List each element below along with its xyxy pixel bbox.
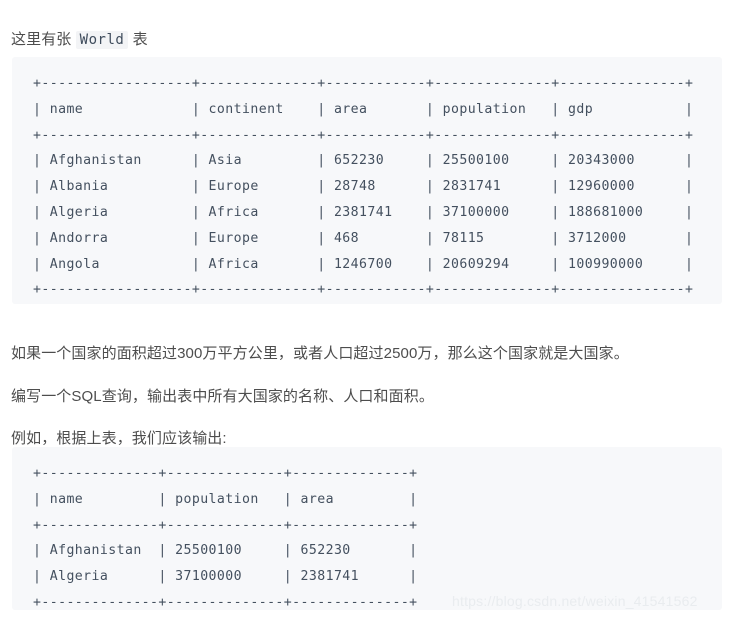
paragraph-task-description: 编写一个SQL查询，输出表中所有大国家的名称、人口和面积。 bbox=[11, 386, 434, 408]
intro-suffix-text: 表 bbox=[128, 31, 147, 48]
inline-code-world: World bbox=[76, 31, 129, 49]
article-page: 这里有张 World 表 +------------------+-------… bbox=[0, 0, 735, 623]
code-block-world-table[interactable]: +------------------+--------------+-----… bbox=[12, 57, 722, 304]
watermark-blog-url: https://blog.csdn.net/weixin_41541562 bbox=[452, 593, 698, 609]
paragraph-big-country-definition: 如果一个国家的面积超过300万平方公里，或者人口超过2500万，那么这个国家就是… bbox=[11, 343, 629, 365]
intro-prefix-text: 这里有张 bbox=[11, 31, 76, 48]
ascii-table-world: +------------------+--------------+-----… bbox=[33, 71, 722, 303]
intro-paragraph: 这里有张 World 表 bbox=[11, 29, 148, 51]
code-block-expected-output[interactable]: +--------------+--------------+---------… bbox=[12, 447, 722, 610]
ascii-table-output: +--------------+--------------+---------… bbox=[33, 461, 722, 610]
